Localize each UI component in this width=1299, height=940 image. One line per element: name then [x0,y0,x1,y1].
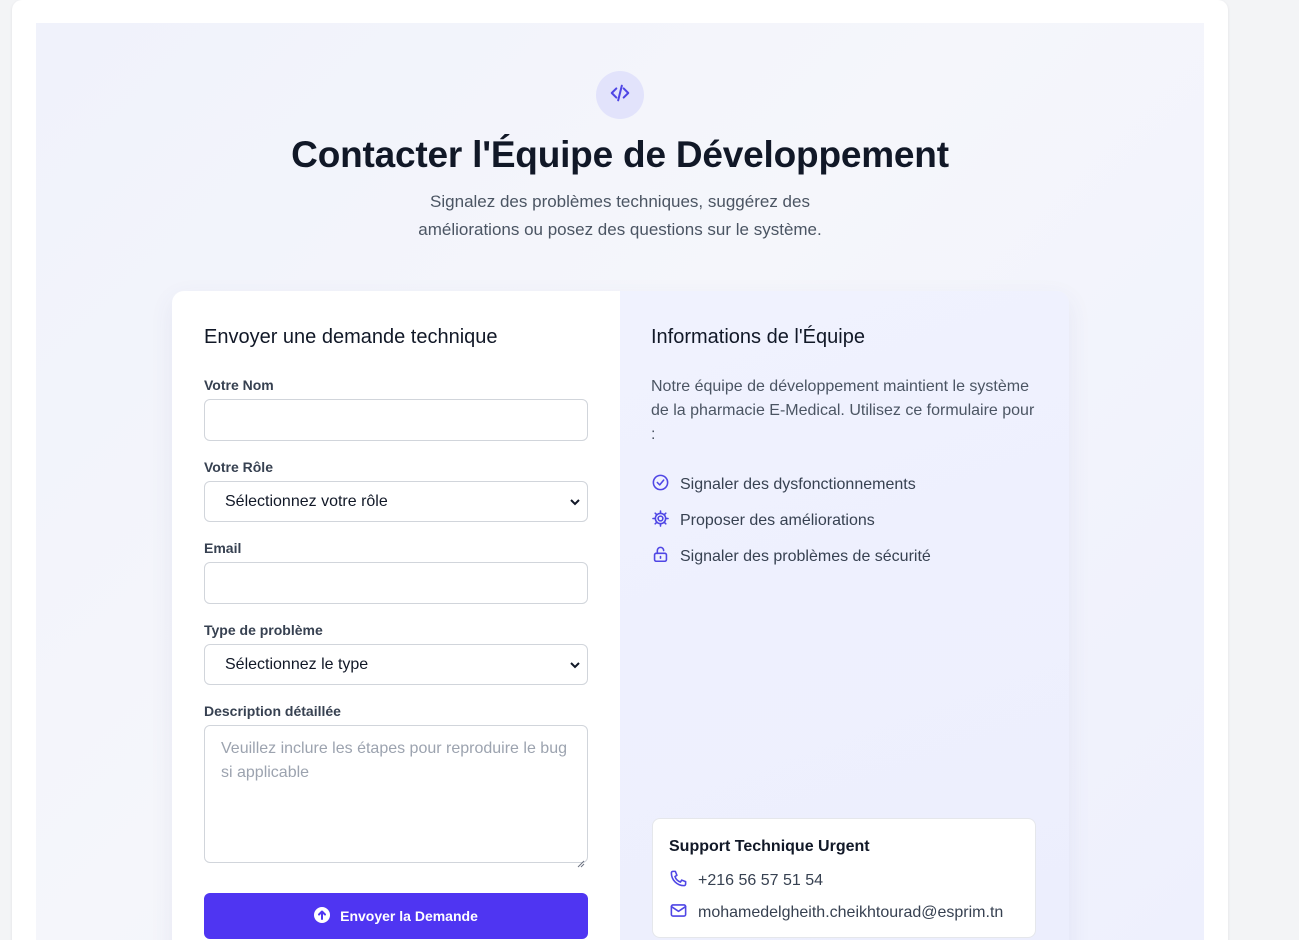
support-phone-text: +216 56 57 51 54 [698,872,824,889]
email-label: Email [204,540,242,556]
feature-label: Signaler des dysfonctionnements [680,476,916,493]
support-title: Support Technique Urgent [669,838,870,855]
description-label: Description détaillée [204,703,341,719]
submit-button[interactable]: Envoyer la Demande [204,893,588,939]
chevron-down-icon [569,658,581,670]
gear-icon [651,509,670,533]
email-input[interactable] [204,562,588,604]
phone-icon [669,869,688,893]
feature-label: Signaler des problèmes de sécurité [680,548,931,565]
form-title: Envoyer une demande technique [204,326,498,348]
feature-item: Signaler des dysfonctionnements [651,473,916,497]
request-form: Envoyer une demande technique Votre Nom … [172,291,620,940]
hero-badge [596,71,644,119]
description-placeholder: Veuillez inclure les étapes pour reprodu… [221,740,567,781]
type-select[interactable]: Sélectionnez le type [204,644,588,685]
arrow-up-circle-icon [314,906,331,926]
role-select[interactable]: Sélectionnez votre rôle [204,481,588,522]
lock-icon [651,545,670,569]
feature-item: Proposer des améliorations [651,509,875,533]
feature-label: Proposer des améliorations [680,512,875,529]
mail-icon [669,901,688,925]
contact-panel: Envoyer une demande technique Votre Nom … [172,291,1069,940]
resize-handle-icon[interactable] [577,852,585,868]
page-subtitle: Signalez des problèmes techniques, suggé… [418,192,822,239]
support-phone[interactable]: +216 56 57 51 54 [669,869,823,893]
support-email[interactable]: mohamedelgheith.cheikhtourad@esprim.tn [669,901,1003,925]
name-label: Votre Nom [204,377,274,393]
name-input[interactable] [204,399,588,441]
check-circle-icon [651,473,670,497]
team-info: Informations de l'Équipe Notre équipe de… [620,291,1069,940]
feature-item: Signaler des problèmes de sécurité [651,545,931,569]
info-title: Informations de l'Équipe [651,326,865,348]
type-label: Type de problème [204,622,323,638]
support-email-text: mohamedelgheith.cheikhtourad@esprim.tn [698,904,1004,921]
code-icon [609,82,631,109]
role-select-value: Sélectionnez votre rôle [225,492,388,510]
chevron-down-icon [569,495,581,507]
support-card: Support Technique Urgent +216 56 57 51 5… [652,818,1036,938]
page-title: Contacter l'Équipe de Développement [291,134,949,175]
type-select-value: Sélectionnez le type [225,655,369,673]
description-textarea[interactable]: Veuillez inclure les étapes pour reprodu… [204,725,588,868]
info-description: Notre équipe de développement maintient … [651,378,1035,443]
submit-label: Envoyer la Demande [340,908,478,924]
role-label: Votre Rôle [204,459,273,475]
